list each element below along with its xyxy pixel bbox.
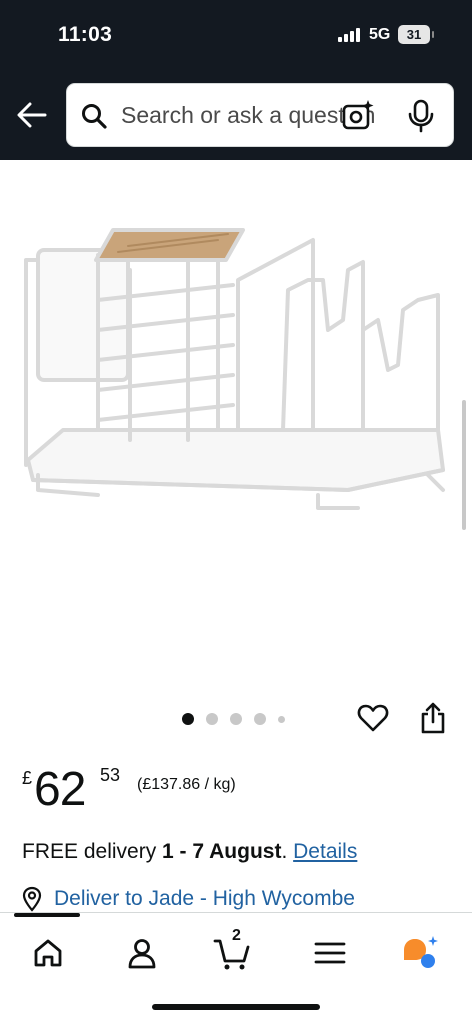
cart-count-badge: 2 [232, 927, 241, 944]
deliver-to-text[interactable]: Deliver to Jade - High Wycombe [54, 887, 355, 911]
delivery-separator: . [281, 840, 288, 863]
menu-icon [314, 942, 346, 964]
microphone-icon[interactable] [407, 99, 435, 133]
tab-account[interactable] [122, 933, 162, 973]
header [0, 72, 472, 160]
tab-menu[interactable] [310, 933, 350, 973]
delivery-prefix: FREE delivery [22, 840, 157, 863]
price: £ 62 53 (£137.86 / kg) [22, 760, 282, 820]
product-gallery[interactable] [0, 160, 472, 695]
status-bar: 11:03 5G 31 [0, 0, 472, 72]
account-icon [128, 939, 156, 969]
battery-icon: 31 [398, 25, 430, 44]
tab-active-indicator [14, 913, 80, 917]
pagination-dot[interactable] [278, 715, 285, 723]
unit-price: (£137.86 / kg) [137, 776, 236, 793]
delivery-dates: 1 - 7 August [162, 840, 282, 863]
price-currency: £ [22, 768, 33, 788]
heart-icon[interactable] [357, 702, 389, 734]
delivery-info: FREE delivery 1 - 7 August. Details [22, 840, 357, 864]
home-indicator[interactable] [152, 1004, 320, 1010]
battery-tip [432, 31, 434, 38]
image-pagination[interactable] [182, 712, 285, 726]
tab-home[interactable] [28, 933, 68, 973]
search-icon [82, 104, 107, 129]
search-bar[interactable] [66, 83, 454, 147]
scrollbar[interactable] [462, 400, 466, 530]
status-time: 11:03 [58, 23, 113, 46]
share-icon[interactable] [419, 701, 447, 735]
location-pin-icon [22, 886, 42, 912]
price-whole: 62 [34, 763, 86, 816]
home-icon [34, 939, 62, 967]
camera-search-icon[interactable] [341, 99, 375, 133]
rufus-assistant-icon [404, 936, 438, 968]
product-image[interactable] [18, 190, 458, 530]
pagination-dot[interactable] [206, 713, 218, 725]
pagination-dot[interactable] [182, 713, 194, 725]
network-label: 5G [369, 26, 391, 43]
pagination-dot[interactable] [230, 713, 242, 725]
tab-rufus[interactable] [400, 933, 440, 973]
details-link[interactable]: Details [293, 840, 357, 863]
price-fraction: 53 [100, 765, 121, 785]
signal-icon [338, 28, 360, 42]
pagination-dot[interactable] [254, 713, 266, 725]
back-arrow-icon[interactable] [14, 100, 50, 130]
